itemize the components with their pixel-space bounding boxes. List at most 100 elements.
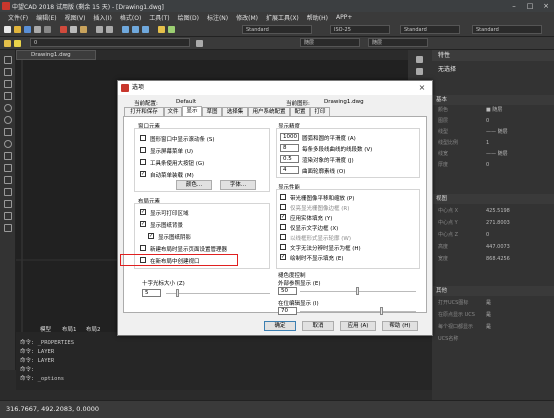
menu-view[interactable]: 视图(V) (65, 13, 86, 22)
menu-dimension[interactable]: 标注(N) (207, 13, 228, 22)
pan-nav-icon[interactable] (416, 56, 423, 63)
make-current-layer-icon[interactable] (196, 40, 203, 47)
zoom-icon[interactable] (132, 26, 139, 33)
tab-plot[interactable]: 打印 (310, 107, 330, 116)
prop-row[interactable]: 线型比例 1 (432, 138, 554, 149)
checkbox-pan-zoom-raster[interactable] (280, 194, 286, 200)
dialog-close-button[interactable]: × (412, 81, 432, 95)
insert-block-icon[interactable] (4, 152, 12, 160)
preview-icon[interactable] (44, 26, 51, 33)
tab-profiles[interactable]: 配置 (290, 107, 310, 116)
line-icon[interactable] (4, 56, 12, 64)
ok-button[interactable]: 确定 (264, 321, 296, 331)
drawing-tab[interactable]: Drawing1.dwg (16, 50, 96, 60)
prop-row[interactable]: 高度 447.0073 (432, 242, 554, 253)
selection-dropdown[interactable]: 无选择 (432, 64, 554, 76)
copy-icon[interactable] (70, 26, 77, 33)
prop-row[interactable]: 在原点显示 UCS 是 (432, 310, 554, 321)
spline-icon[interactable] (4, 128, 12, 136)
render-smoothness-input[interactable]: 0.5 (280, 155, 299, 163)
menu-app[interactable]: APP+ (336, 14, 352, 21)
checkbox-text-frame[interactable] (280, 224, 286, 230)
menu-extensions[interactable]: 扩展工具(X) (266, 13, 299, 22)
menu-format[interactable]: 格式(O) (120, 13, 141, 22)
properties-icon[interactable] (158, 26, 165, 33)
point-icon[interactable] (4, 176, 12, 184)
cancel-button[interactable]: 取消 (302, 321, 334, 331)
save-icon[interactable] (24, 26, 31, 33)
checkbox-auto-menu-load[interactable]: ✓ (140, 171, 146, 177)
checkbox-raster-frame[interactable] (280, 204, 286, 210)
checkbox-paper-background[interactable]: ✓ (140, 221, 146, 227)
checkbox-scrollbars[interactable] (140, 135, 146, 141)
checkbox-screen-menu[interactable] (140, 147, 146, 153)
tab-user-preferences[interactable]: 用户系统配置 (248, 107, 290, 116)
text-style-combo[interactable]: Standard (242, 25, 312, 34)
menu-file[interactable]: 文件(F) (8, 13, 28, 22)
command-line[interactable]: 命令: _options (20, 374, 64, 382)
tab-drafting[interactable]: 草图 (202, 107, 222, 116)
layer-manager-icon[interactable] (4, 40, 11, 47)
tab-files[interactable]: 文件 (164, 107, 182, 116)
undo-icon[interactable] (96, 26, 103, 33)
prop-row[interactable]: 线型 —— 随层 (432, 127, 554, 138)
circle-icon[interactable] (4, 116, 12, 124)
table-style-combo[interactable]: Standard (400, 25, 460, 34)
fonts-button[interactable]: 字体... (220, 180, 256, 190)
prop-row[interactable]: 颜色 ■ 随层 (432, 105, 554, 116)
apply-button[interactable]: 应用 (A) (340, 321, 376, 331)
inplace-fade-thumb[interactable] (380, 307, 383, 315)
checkbox-page-setup-manager[interactable] (140, 245, 146, 251)
help-button[interactable]: 帮助 (H) (382, 321, 418, 331)
layer-state-icon[interactable] (14, 40, 21, 47)
xref-fade-input[interactable]: 50 (278, 287, 297, 295)
pan-icon[interactable] (122, 26, 129, 33)
polyline-segments-input[interactable]: 8 (280, 144, 299, 152)
dim-style-combo[interactable]: ISO-25 (330, 25, 390, 34)
section-view[interactable]: 视图 (432, 194, 554, 204)
print-icon[interactable] (34, 26, 41, 33)
redo-icon[interactable] (106, 26, 113, 33)
layer-combo[interactable]: 0 (30, 38, 190, 47)
mtext-icon[interactable] (4, 224, 12, 232)
maximize-button[interactable]: □ (522, 0, 538, 12)
menu-insert[interactable]: 插入(I) (93, 13, 111, 22)
checkbox-paper-shadow[interactable]: ✓ (148, 233, 154, 239)
new-file-icon[interactable] (4, 26, 11, 33)
prop-row[interactable]: 打开UCS图标是 (432, 298, 554, 309)
make-block-icon[interactable] (4, 164, 12, 172)
rectangle-icon[interactable] (4, 92, 12, 100)
xref-fade-thumb[interactable] (356, 287, 359, 295)
multileader-style-combo[interactable]: Standard (472, 25, 542, 34)
crosshair-slider-thumb[interactable] (176, 289, 179, 297)
checkbox-text-as-box[interactable] (280, 244, 286, 250)
prop-row[interactable]: 宽度 868.4256 (432, 254, 554, 265)
minimize-button[interactable]: – (506, 0, 522, 12)
prop-row[interactable]: 中心点 Z0 (432, 230, 554, 241)
cut-icon[interactable] (60, 26, 67, 33)
section-basic[interactable]: 基本 (432, 95, 554, 105)
color-combo[interactable]: 随层 (300, 38, 360, 47)
prop-row[interactable]: 中心点 X 425.5198 (432, 206, 554, 217)
checkbox-large-buttons[interactable] (140, 159, 146, 165)
menu-edit[interactable]: 编辑(E) (36, 13, 56, 22)
prop-row[interactable]: 每个视口都显示是 (432, 322, 554, 333)
prop-row[interactable]: 图层 0 (432, 116, 554, 127)
checkbox-printable-area[interactable]: ✓ (140, 209, 146, 215)
checkbox-wireframe-silhouette[interactable] (280, 234, 286, 240)
menu-draw[interactable]: 绘图(D) (178, 13, 199, 22)
open-folder-icon[interactable] (14, 26, 21, 33)
paste-icon[interactable] (80, 26, 87, 33)
tab-open-save[interactable]: 打开和保存 (124, 107, 164, 116)
close-window-button[interactable]: × (538, 0, 554, 12)
tab-selection[interactable]: 选择集 (222, 107, 248, 116)
region-icon[interactable] (4, 200, 12, 208)
prop-row[interactable]: 厚度 0 (432, 160, 554, 171)
checkbox-no-fill-while-drawing[interactable]: ✓ (280, 254, 286, 260)
prop-row[interactable]: 中心点 Y 271.8003 (432, 218, 554, 229)
section-other[interactable]: 其他 (432, 286, 554, 296)
crosshair-size-input[interactable]: 5 (142, 289, 161, 297)
hatch-icon[interactable] (4, 188, 12, 196)
menu-help[interactable]: 帮助(H) (307, 13, 328, 22)
zoom-window-icon[interactable] (142, 26, 149, 33)
